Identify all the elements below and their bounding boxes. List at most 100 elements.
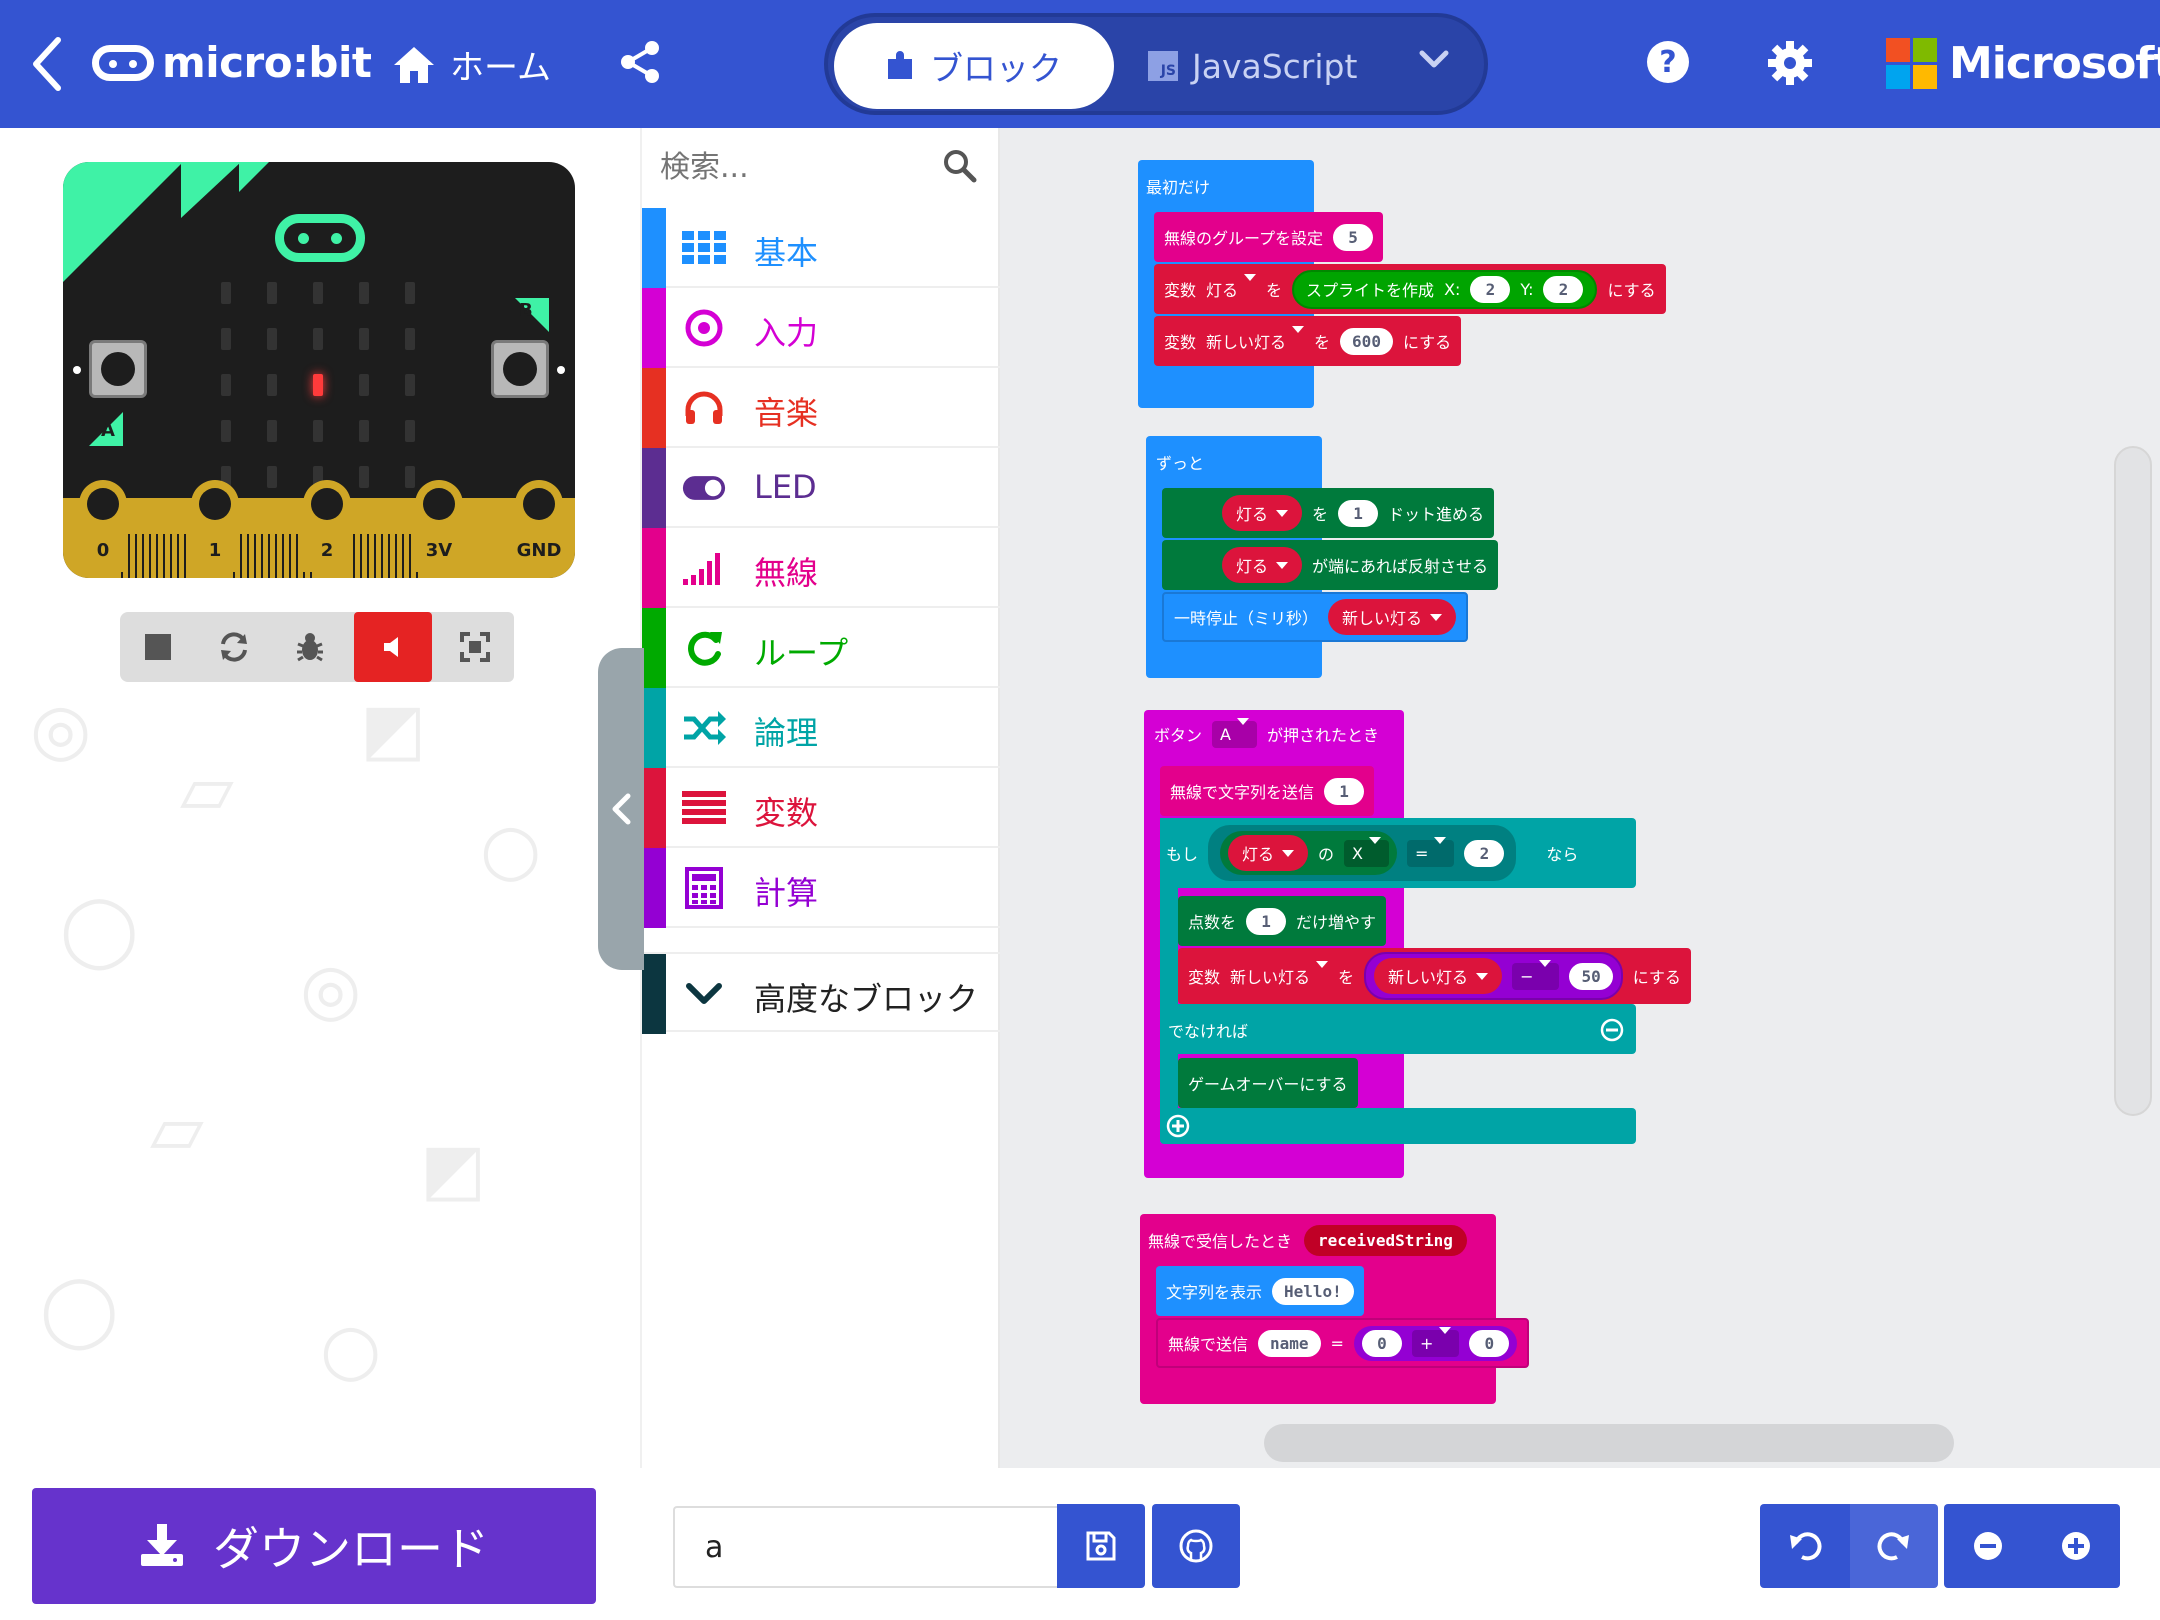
tab-blocks[interactable]: ブロック [834,23,1114,109]
block-send-value[interactable]: 無線で送信 name = 0 + 0 [1156,1318,1530,1368]
sprite-dropdown[interactable]: 灯る [1222,547,1303,583]
block-send-string[interactable]: 無線で文字列を送信 1 [1160,766,1375,816]
board-logo-icon[interactable] [275,214,365,262]
github-button[interactable] [1152,1504,1240,1588]
parameter-reporter[interactable]: receivedString [1304,1224,1467,1256]
number-field[interactable]: 5 [1333,223,1374,251]
math-block[interactable]: 0 + 0 [1353,1325,1518,1361]
block-set-sprite[interactable]: 変数 灯る を スプライトを作成 X: 2 Y: 2 にする [1154,264,1666,314]
category-basic[interactable]: 基本 [642,208,1002,288]
variable-dropdown[interactable]: 灯る [1206,277,1256,301]
mute-button[interactable] [354,612,432,682]
operator-dropdown[interactable]: = [1407,839,1455,867]
board-decoration [181,162,241,218]
number-field[interactable]: 600 [1340,327,1393,355]
stop-icon [145,634,171,660]
string-field[interactable]: 1 [1324,777,1365,805]
stop-button[interactable] [120,612,196,682]
sprite-property-block[interactable]: 灯る の X [1220,831,1398,875]
search-input[interactable] [660,142,930,192]
string-field[interactable]: name [1258,1329,1321,1357]
fullscreen-button[interactable] [436,612,514,682]
settings-button[interactable] [1767,40,1813,86]
mode-dropdown[interactable] [1418,47,1450,75]
restart-button[interactable] [196,612,272,682]
block-game-over[interactable]: ゲームオーバーにする [1178,1058,1358,1108]
number-field[interactable]: 50 [1569,962,1613,990]
category-radio[interactable]: 無線 [642,528,1002,608]
horizontal-scrollbar[interactable] [1264,1424,1954,1462]
undo-button[interactable] [1760,1504,1850,1588]
button-dropdown[interactable]: A [1212,720,1257,748]
number-field[interactable]: 2 [1470,275,1511,303]
toolbox: 基本 入力 音楽 LED 無線 ループ 論理 変数 計算 [640,128,1002,1468]
string-field[interactable]: Hello! [1272,1277,1354,1305]
number-field[interactable]: 0 [1361,1329,1402,1357]
block-text: 変数 [1164,333,1197,352]
compare-block[interactable]: 灯る の X = 2 [1208,825,1517,881]
project-name-input[interactable] [673,1506,1059,1588]
redo-button[interactable] [1850,1504,1938,1588]
category-logic[interactable]: 論理 [642,688,1002,768]
block-move-sprite[interactable]: 灯る を 1 ドット進める [1162,488,1495,538]
block-set-var[interactable]: 変数 新しい灯る を 新しい灯る − 50 にする [1178,948,1691,1004]
vertical-scrollbar[interactable] [2114,446,2152,1116]
number-field[interactable]: 2 [1464,839,1505,867]
zoom-out-button[interactable] [1944,1504,2032,1588]
category-loops[interactable]: ループ [642,608,1002,688]
collapse-simulator-button[interactable] [598,648,644,970]
chevron-left-icon [612,793,631,825]
plus-circle-icon[interactable] [1166,1114,1190,1138]
block-change-score[interactable]: 点数を 1 だけ増やす [1178,896,1387,946]
block-bounce[interactable]: 灯る が端にあれば反射させる [1162,540,1499,590]
pin-label: GND [516,540,562,561]
category-label: 変数 [754,794,819,832]
variable-dropdown[interactable]: 新しい灯る [1206,329,1304,353]
operator-dropdown[interactable]: − [1512,962,1560,990]
block-text: を [1338,968,1355,987]
microsoft-logo[interactable]: Microsoft [1886,38,2160,89]
save-button[interactable] [1057,1504,1145,1588]
debug-button[interactable] [272,612,348,682]
download-button[interactable]: ダウンロード [32,1488,596,1604]
category-math[interactable]: 計算 [642,848,1002,928]
block-set-var[interactable]: 変数 新しい灯る を 600 にする [1154,316,1462,366]
button-b[interactable] [491,340,549,398]
property-dropdown[interactable]: X [1344,839,1390,867]
zoom-in-button[interactable] [2032,1504,2120,1588]
category-bar [642,608,666,688]
math-block[interactable]: 新しい灯る − 50 [1364,952,1623,1000]
minus-circle-icon[interactable] [1600,1018,1624,1042]
block-set-group[interactable]: 無線のグループを設定 5 [1154,212,1384,262]
home-button[interactable]: ホーム [392,40,551,89]
block-create-sprite[interactable]: スプライトを作成 X: 2 Y: 2 [1292,269,1598,309]
variable-reporter[interactable]: 新しい灯る [1374,958,1503,994]
category-variables[interactable]: 変数 [642,768,1002,848]
category-led[interactable]: LED [642,448,1002,528]
blocks-workspace[interactable]: 最初だけ 無線のグループを設定 5 変数 灯る を スプライトを作成 X: 2 … [1000,128,2160,1468]
category-music[interactable]: 音楽 [642,368,1002,448]
share-button[interactable] [618,40,662,84]
sprite-dropdown[interactable]: 灯る [1228,835,1309,871]
led [359,420,369,442]
variable-reporter[interactable]: 新しい灯る [1328,599,1457,635]
number-field[interactable]: 1 [1338,499,1379,527]
back-button[interactable] [30,34,70,94]
category-input[interactable]: 入力 [642,288,1002,368]
block-show-string[interactable]: 文字列を表示 Hello! [1156,1266,1364,1316]
microbit-board: A B 0 1 2 3V GND [63,162,575,578]
number-field[interactable]: 0 [1469,1329,1510,1357]
block-if-else[interactable]: もし 灯る の X = 2 なら 点数を 1 だけ増やす 変数 新しい灯る を … [1160,818,1691,1246]
operator-dropdown[interactable]: + [1411,1329,1460,1357]
help-button[interactable]: ? [1646,40,1690,84]
number-field[interactable]: 2 [1543,275,1584,303]
block-pause[interactable]: 一時停止（ミリ秒） 新しい灯る [1162,592,1469,642]
number-field[interactable]: 1 [1246,907,1287,935]
search-icon[interactable] [942,148,978,184]
button-a[interactable] [89,340,147,398]
microbit-logo[interactable]: micro:bit [92,38,372,87]
tab-javascript[interactable]: JS JavaScript [1148,23,1357,109]
category-advanced[interactable]: 高度なブロック [642,952,1002,1034]
variable-dropdown[interactable]: 新しい灯る [1230,964,1328,988]
sprite-dropdown[interactable]: 灯る [1222,495,1303,531]
